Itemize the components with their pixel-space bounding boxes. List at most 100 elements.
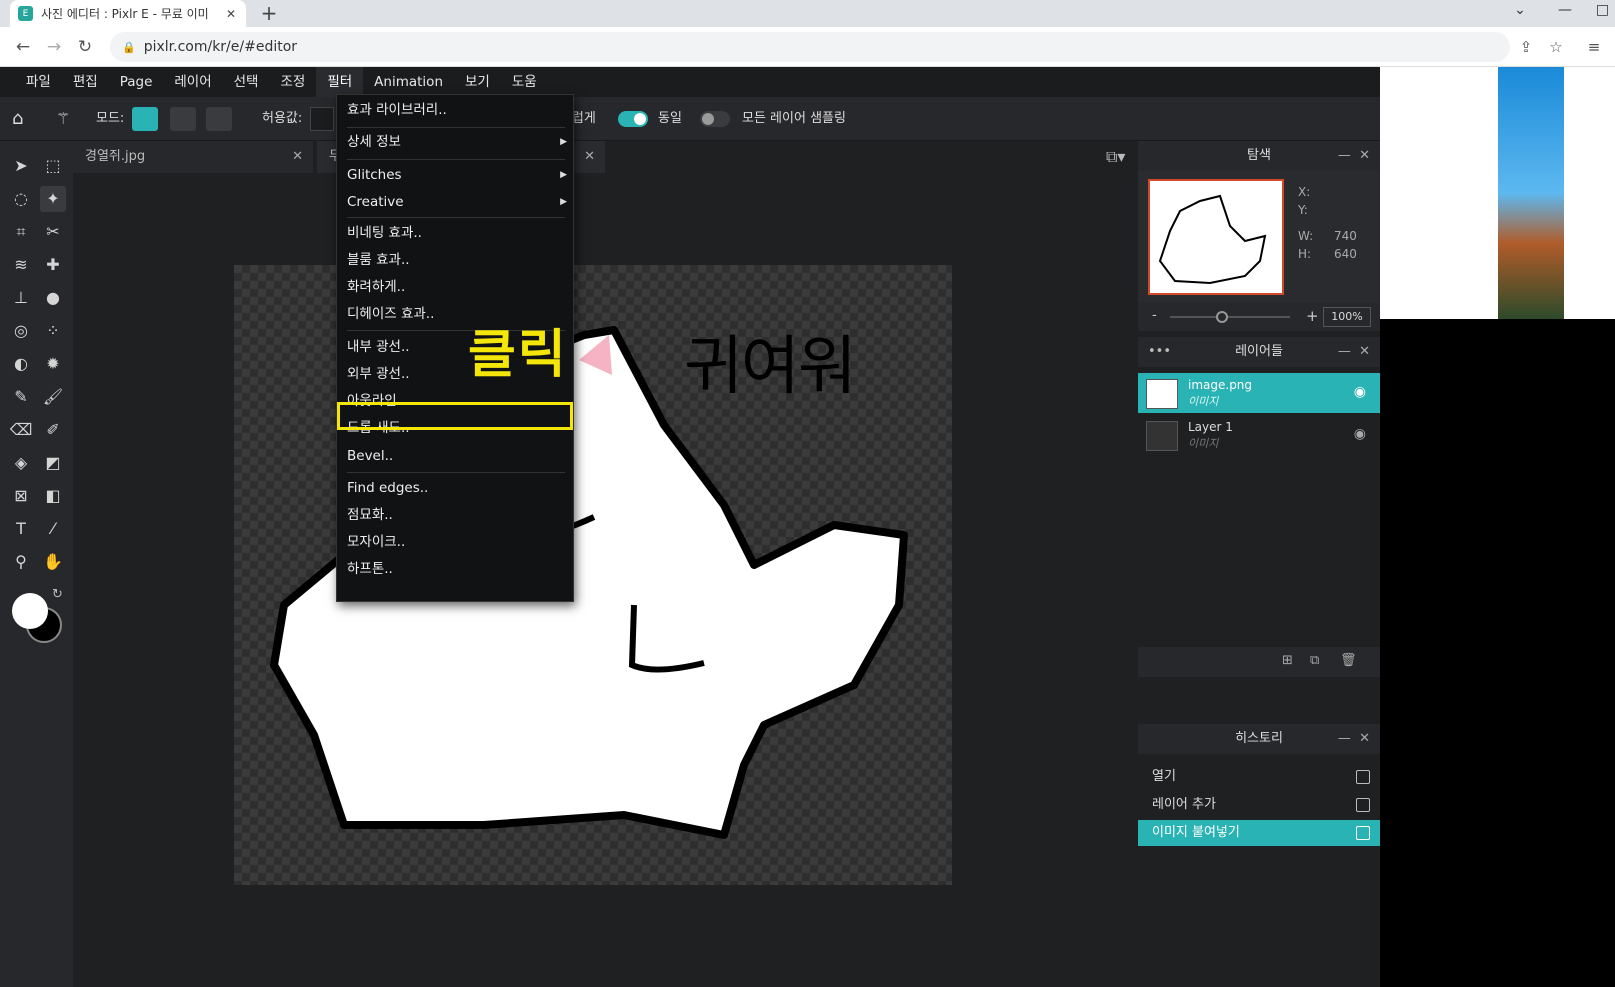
mode-add-button[interactable] — [170, 107, 196, 131]
reading-list-icon[interactable]: ≡ — [1583, 36, 1605, 58]
menu-select[interactable]: 선택 — [223, 67, 270, 97]
history-item[interactable]: 열기 — [1138, 764, 1380, 790]
filter-vibrance[interactable]: 화려하게.. — [347, 274, 567, 300]
url-field[interactable]: 🔒 pixlr.com/kr/e/#editor — [110, 32, 1510, 62]
forward-icon[interactable]: → — [43, 36, 65, 58]
reload-icon[interactable]: ↻ — [74, 36, 96, 58]
menu-help[interactable]: 도움 — [501, 67, 548, 97]
maximize-icon[interactable]: □ — [1590, 2, 1615, 24]
tab-search-icon[interactable]: ⌄ — [1500, 2, 1540, 24]
share-icon[interactable]: ⇪ — [1515, 36, 1537, 58]
layers-menu-icon[interactable]: ••• — [1148, 337, 1171, 367]
gradient-tool-icon[interactable]: ◩ — [40, 450, 66, 476]
history-controls-icon[interactable]: — ✕ — [1338, 724, 1370, 754]
zoom-slider-knob[interactable] — [1216, 311, 1228, 323]
brush-tool-icon[interactable]: 🖌 — [40, 384, 66, 410]
menu-layer[interactable]: 레이어 — [163, 67, 222, 97]
foreground-color-swatch[interactable] — [12, 593, 48, 629]
menu-adjust[interactable]: 조정 — [269, 67, 316, 97]
filter-creative[interactable]: Creative ▶ — [347, 189, 567, 215]
shape-tool-icon[interactable]: ◧ — [40, 483, 66, 509]
layers-controls-icon[interactable]: — ✕ — [1338, 337, 1370, 367]
heal-tool-icon[interactable]: ✚ — [40, 252, 66, 278]
sample-all-toggle[interactable] — [700, 111, 730, 127]
hand-tool-icon[interactable]: ✋ — [40, 549, 66, 575]
zoom-tool-icon[interactable]: ⚲ — [8, 549, 34, 575]
zoom-in-button[interactable]: + — [1306, 307, 1319, 325]
menu-view[interactable]: 보기 — [454, 67, 501, 97]
navigator-controls-icon[interactable]: — ✕ — [1338, 141, 1370, 171]
layer-row-layer1[interactable]: Layer 1 이미지 ◉ — [1138, 415, 1380, 455]
frame-tool-icon[interactable]: ⊠ — [8, 483, 34, 509]
mode-subtract-button[interactable] — [206, 107, 232, 131]
swap-colors-icon[interactable]: ↻ — [52, 587, 63, 602]
eye-icon[interactable]: ◉ — [1354, 426, 1366, 442]
doc-tab-2-close-icon[interactable]: ✕ — [584, 141, 595, 173]
menu-edit[interactable]: 편집 — [62, 67, 109, 97]
navigator-thumbnail[interactable] — [1148, 179, 1284, 295]
dots-tool-icon[interactable]: ⁘ — [40, 318, 66, 344]
arrange-tool-icon[interactable]: ➤ — [8, 153, 34, 179]
filter-details[interactable]: 상세 정보 ▶ — [347, 129, 567, 155]
clone-tool-icon[interactable]: ⊥ — [8, 285, 34, 311]
eraser-tool-icon[interactable]: ⌫ — [8, 417, 34, 443]
crop-tool-icon[interactable]: ⌗ — [8, 219, 34, 245]
zoom-slider-track[interactable] — [1170, 316, 1290, 318]
marquee-tool-icon[interactable]: ⬚ — [40, 153, 66, 179]
smart-brush-icon[interactable]: ✐ — [40, 417, 66, 443]
advertisement[interactable] — [1380, 67, 1615, 319]
new-tab-button[interactable]: + — [258, 2, 280, 24]
lasso-tool-icon[interactable]: ◌ — [8, 186, 34, 212]
layers-body: image.png 이미지 ◉ Layer 1 이미지 ◉ — [1138, 367, 1380, 647]
liquify-tool-icon[interactable]: ≋ — [8, 252, 34, 278]
contiguous-toggle[interactable] — [618, 111, 648, 127]
sponge-tool-icon[interactable]: ◎ — [8, 318, 34, 344]
filter-bloom[interactable]: 블룸 효과.. — [347, 247, 567, 273]
filter-pointillize[interactable]: 점묘화.. — [347, 502, 567, 528]
mode-new-button[interactable] — [132, 107, 158, 131]
history-item[interactable]: 레이어 추가 — [1138, 792, 1380, 818]
sharpen-tool-icon[interactable]: ✹ — [40, 351, 66, 377]
divider — [347, 127, 565, 128]
filter-halftone[interactable]: 하프톤.. — [347, 556, 567, 582]
menu-filter[interactable]: 필터 — [316, 67, 364, 97]
tolerance-input[interactable] — [310, 107, 334, 131]
fill-tool-icon[interactable]: ◈ — [8, 450, 34, 476]
home-icon[interactable]: ⌂ — [12, 97, 23, 141]
filter-effects-library[interactable]: 효과 라이브러리.. — [347, 97, 567, 123]
cutout-tool-icon[interactable]: ✂ — [40, 219, 66, 245]
filter-bevel[interactable]: Bevel.. — [347, 443, 567, 469]
eye-icon[interactable]: ◉ — [1354, 384, 1366, 400]
minimize-icon[interactable]: — — [1545, 2, 1585, 24]
dodge-tool-icon[interactable]: ◐ — [8, 351, 34, 377]
tab-close-icon[interactable]: ✕ — [224, 7, 238, 21]
doc-tab-1[interactable]: 경열쥐.jpg ✕ — [73, 141, 313, 173]
menu-page[interactable]: Page — [109, 67, 164, 97]
wand-tool-icon[interactable]: ✦ — [40, 186, 66, 212]
filter-mosaic[interactable]: 모자이크.. — [347, 529, 567, 555]
history-item[interactable]: 이미지 붙여넣기 — [1138, 820, 1380, 846]
text-tool-icon[interactable]: T — [8, 516, 34, 542]
filter-vignette[interactable]: 비네팅 효과.. — [347, 220, 567, 246]
add-layer-icon[interactable]: ⊞ — [1282, 653, 1293, 668]
window-arrange-icon[interactable]: ⧉▾ — [1106, 147, 1125, 167]
menu-file[interactable]: 파일 — [15, 67, 62, 97]
eyedropper-tool-icon[interactable]: ⁄ — [40, 516, 66, 542]
blur-tool-icon[interactable]: ● — [40, 285, 66, 311]
doc-tab-1-close-icon[interactable]: ✕ — [292, 141, 303, 173]
zoom-out-button[interactable]: - — [1152, 308, 1157, 323]
zoom-value[interactable]: 100% — [1323, 307, 1371, 327]
back-icon[interactable]: ← — [12, 36, 34, 58]
bookmark-star-icon[interactable]: ☆ — [1545, 36, 1567, 58]
menu-animation[interactable]: Animation — [363, 67, 454, 97]
item-label: 상세 정보 — [347, 134, 401, 150]
delete-layer-icon[interactable]: 🗑 — [1340, 653, 1357, 668]
layer-row-image[interactable]: image.png 이미지 ◉ — [1138, 373, 1380, 413]
pixlr-editor: 파일 편집 Page 레이어 선택 조정 필터 Animation 보기 도움 … — [0, 67, 1380, 987]
filter-glitches[interactable]: Glitches ▶ — [347, 162, 567, 188]
pencil-tool-icon[interactable]: ✎ — [8, 384, 34, 410]
duplicate-layer-icon[interactable]: ⧉ — [1310, 653, 1319, 668]
browser-tab[interactable]: E 사진 에디터 : Pixlr E - 무료 이미 ✕ — [10, 0, 246, 27]
right-panels: 탐색 — ✕ X: Y: W: 740 H: 640 - + 100% ••• … — [1138, 141, 1380, 987]
filter-find-edges[interactable]: Find edges.. — [347, 475, 567, 501]
